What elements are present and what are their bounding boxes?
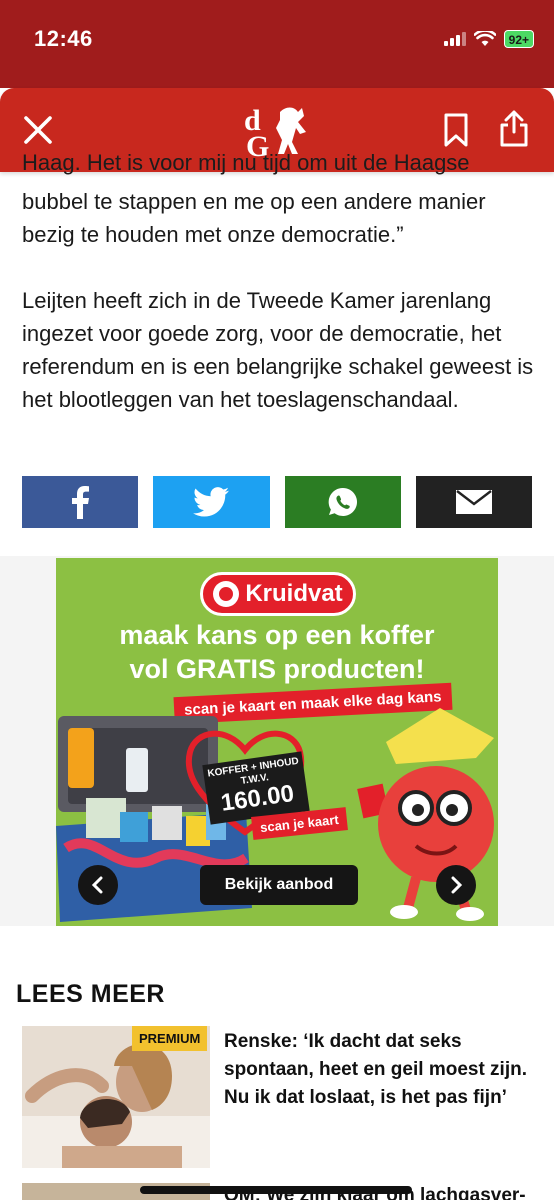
twitter-share-button[interactable] bbox=[153, 476, 270, 528]
kruidvat-ad[interactable]: Kruidvat maak kans op een koffer vol GRA… bbox=[56, 558, 498, 926]
premium-badge: PREMIUM bbox=[132, 1026, 208, 1051]
section-title: LEES MEER bbox=[16, 980, 165, 1008]
related-article-thumbnail[interactable]: PREMIUM bbox=[22, 1026, 210, 1168]
battery-indicator: 92+ bbox=[503, 30, 534, 48]
signal-icon bbox=[443, 32, 466, 46]
carousel-prev-button[interactable] bbox=[78, 865, 118, 905]
whatsapp-share-button[interactable] bbox=[284, 476, 401, 528]
facebook-icon bbox=[72, 486, 90, 519]
article-text-cut: Haag. Het is voor mij nu tijd om uit de … bbox=[22, 150, 470, 175]
kruidvat-logo-icon bbox=[213, 581, 240, 607]
share-icon[interactable] bbox=[496, 108, 532, 148]
close-icon[interactable] bbox=[20, 112, 56, 148]
mail-share-button[interactable] bbox=[415, 476, 532, 528]
ad-headline: vol GRATIS producten! bbox=[129, 654, 425, 684]
article-paragraph: bubbel te stappen en me op een andere ma… bbox=[22, 189, 486, 247]
home-indicator[interactable] bbox=[140, 1186, 412, 1194]
ad-headline: maak kans op een koffer bbox=[119, 620, 435, 650]
status-time: 12:46 bbox=[34, 26, 93, 51]
facebook-share-button[interactable] bbox=[22, 476, 139, 528]
mail-icon bbox=[455, 490, 492, 514]
status-icons: 92+ bbox=[443, 30, 534, 48]
share-buttons bbox=[22, 476, 532, 528]
article-paragraph: Leijten heeft zich in de Tweede Kamer ja… bbox=[22, 288, 534, 412]
kruidvat-logo: Kruidvat bbox=[200, 572, 356, 616]
twitter-icon bbox=[193, 487, 230, 517]
status-bar: 12:46 92+ bbox=[0, 0, 554, 88]
related-article-title[interactable]: Renske: ‘Ik dacht dat seks spontaan, hee… bbox=[224, 1028, 536, 1112]
chevron-left-icon bbox=[91, 876, 103, 894]
whatsapp-icon bbox=[328, 487, 357, 516]
carousel-next-button[interactable] bbox=[436, 865, 476, 905]
chevron-right-icon bbox=[451, 876, 463, 894]
mascot-illustration bbox=[357, 708, 494, 921]
bookmark-icon[interactable] bbox=[440, 112, 472, 148]
wifi-icon bbox=[473, 31, 496, 46]
ad-area: Kruidvat maak kans op een koffer vol GRA… bbox=[0, 556, 554, 926]
ad-cta-button[interactable]: Bekijk aanbod bbox=[200, 865, 358, 905]
